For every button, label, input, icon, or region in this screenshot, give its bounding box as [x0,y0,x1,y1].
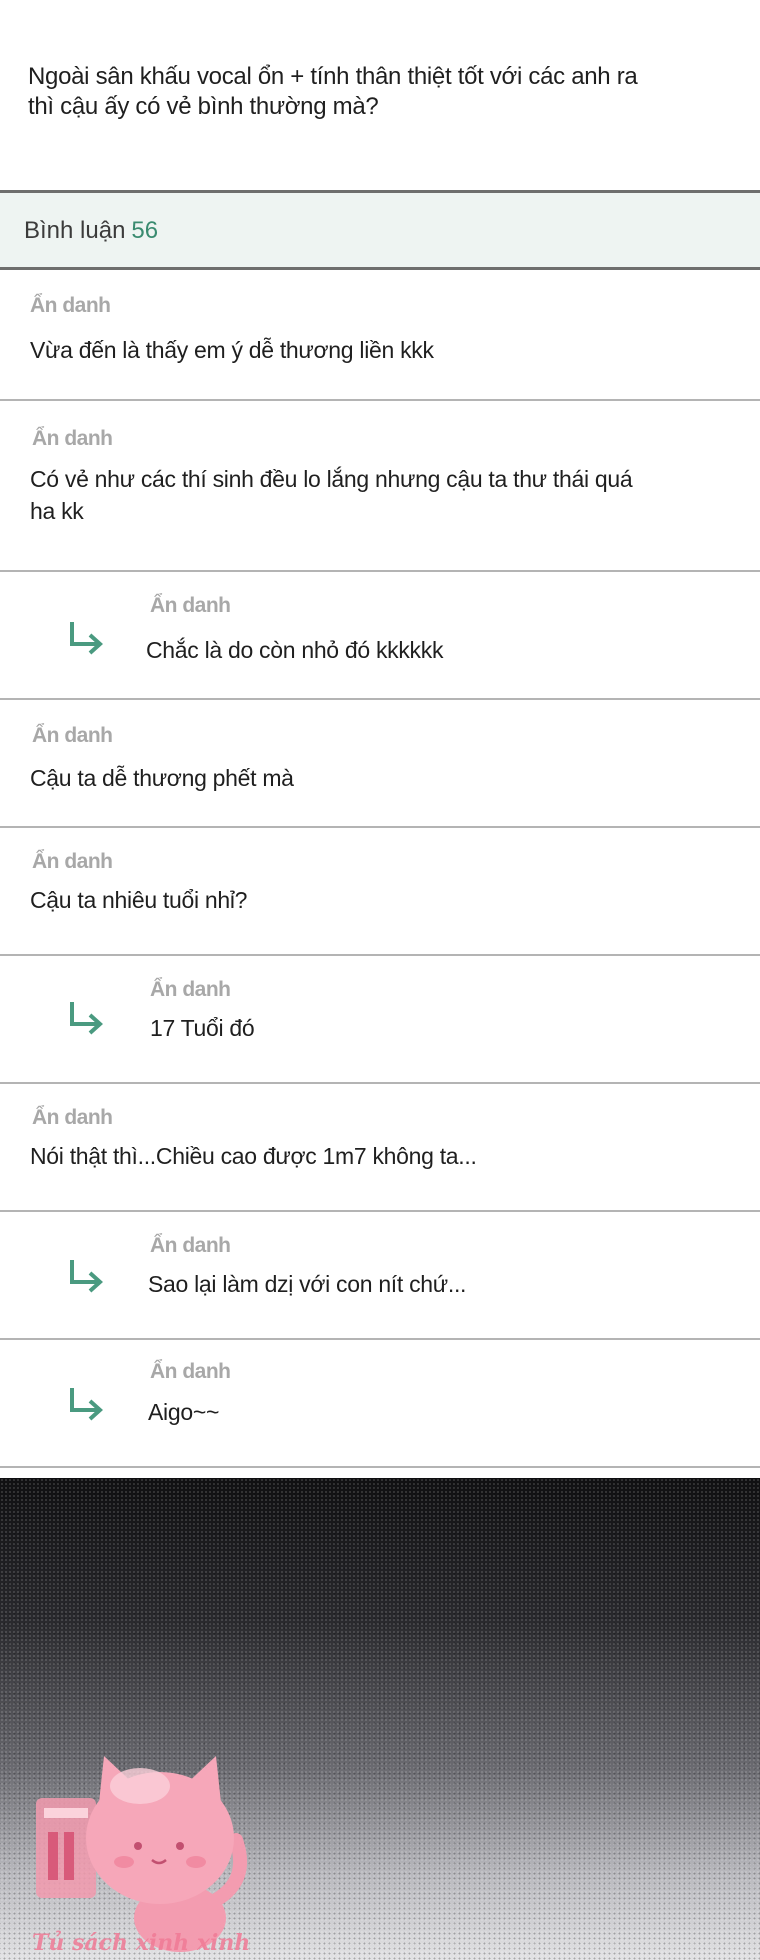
comment-author: Ẩn danh [150,1360,231,1383]
comment-text: Cậu ta dễ thương phết mà [30,765,294,791]
comment-item: Ẩn danh Vừa đến là thấy em ý dễ thương l… [0,270,760,401]
comments-count: 56 [131,217,159,244]
post-body: Ngoài sân khấu vocal ổn + tính thân thiệ… [28,62,668,122]
comment-author: Ẩn danh [150,594,231,617]
comment-text: Aigo~~ [148,1399,220,1425]
comment-text-line-1: Có vẻ như các thí sinh đều lo lắng nhưng… [30,466,633,492]
cat-mascot-icon [36,1756,247,1952]
post-text-line-2: thì cậu ấy có vẻ bình thường mà? [28,93,379,120]
reply-arrow-icon [70,622,103,655]
comment-reply-item: Ẩn danh Sao lại làm dzị với con nít chứ.… [0,1212,760,1340]
comment-author: Ẩn danh [32,427,113,450]
comment-reply-item: Ẩn danh Chắc là do còn nhỏ đó kkkkkk [0,572,760,700]
comment-item: Ẩn danh Nói thật thì...Chiều cao được 1m… [0,1084,760,1212]
comment-text: Cậu ta nhiêu tuổi nhỉ? [30,887,248,913]
comments-header: Bình luận 56 [0,190,760,270]
comment-author: Ẩn danh [150,1234,231,1257]
comment-item: Ẩn danh Cậu ta nhiêu tuổi nhỉ? [0,828,760,956]
decorative-background-image: Tủ sách xinh xinh [0,1478,760,1960]
comments-title: Bình luận 56 [24,217,158,245]
comment-text: Chắc là do còn nhỏ đó kkkkkk [146,637,444,663]
comment-author: Ẩn danh [32,1106,113,1129]
comment-reply-item: Ẩn danh Aigo~~ [0,1340,760,1468]
reply-arrow-icon [70,1260,103,1293]
comment-text: Có vẻ như các thí sinh đều lo lắng nhưng… [30,463,670,527]
comment-text-line-2: ha kk [30,498,84,524]
reply-arrow-icon [70,1002,103,1035]
comments-label: Bình luận [24,217,126,244]
reply-arrow-icon [70,1388,103,1421]
post-text-line-1: Ngoài sân khấu vocal ổn + tính thân thiệ… [28,63,638,90]
watermark-text: Tủ sách xinh xinh [32,1930,251,1956]
comment-item: Ẩn danh Cậu ta dễ thương phết mà [0,700,760,828]
comment-text: Vừa đến là thấy em ý dễ thương liền kkk [30,337,434,363]
comment-author: Ẩn danh [30,294,111,317]
comment-author: Ẩn danh [150,978,231,1001]
comment-text: Sao lại làm dzị với con nít chứ... [148,1271,467,1297]
comment-reply-item: Ẩn danh 17 Tuổi đó [0,956,760,1084]
comment-item: Ẩn danh Có vẻ như các thí sinh đều lo lắ… [0,401,760,572]
comment-author: Ẩn danh [32,724,113,747]
comment-text: 17 Tuổi đó [150,1015,255,1041]
comment-text: Nói thật thì...Chiều cao được 1m7 không … [30,1143,477,1169]
comment-author: Ẩn danh [32,850,113,873]
